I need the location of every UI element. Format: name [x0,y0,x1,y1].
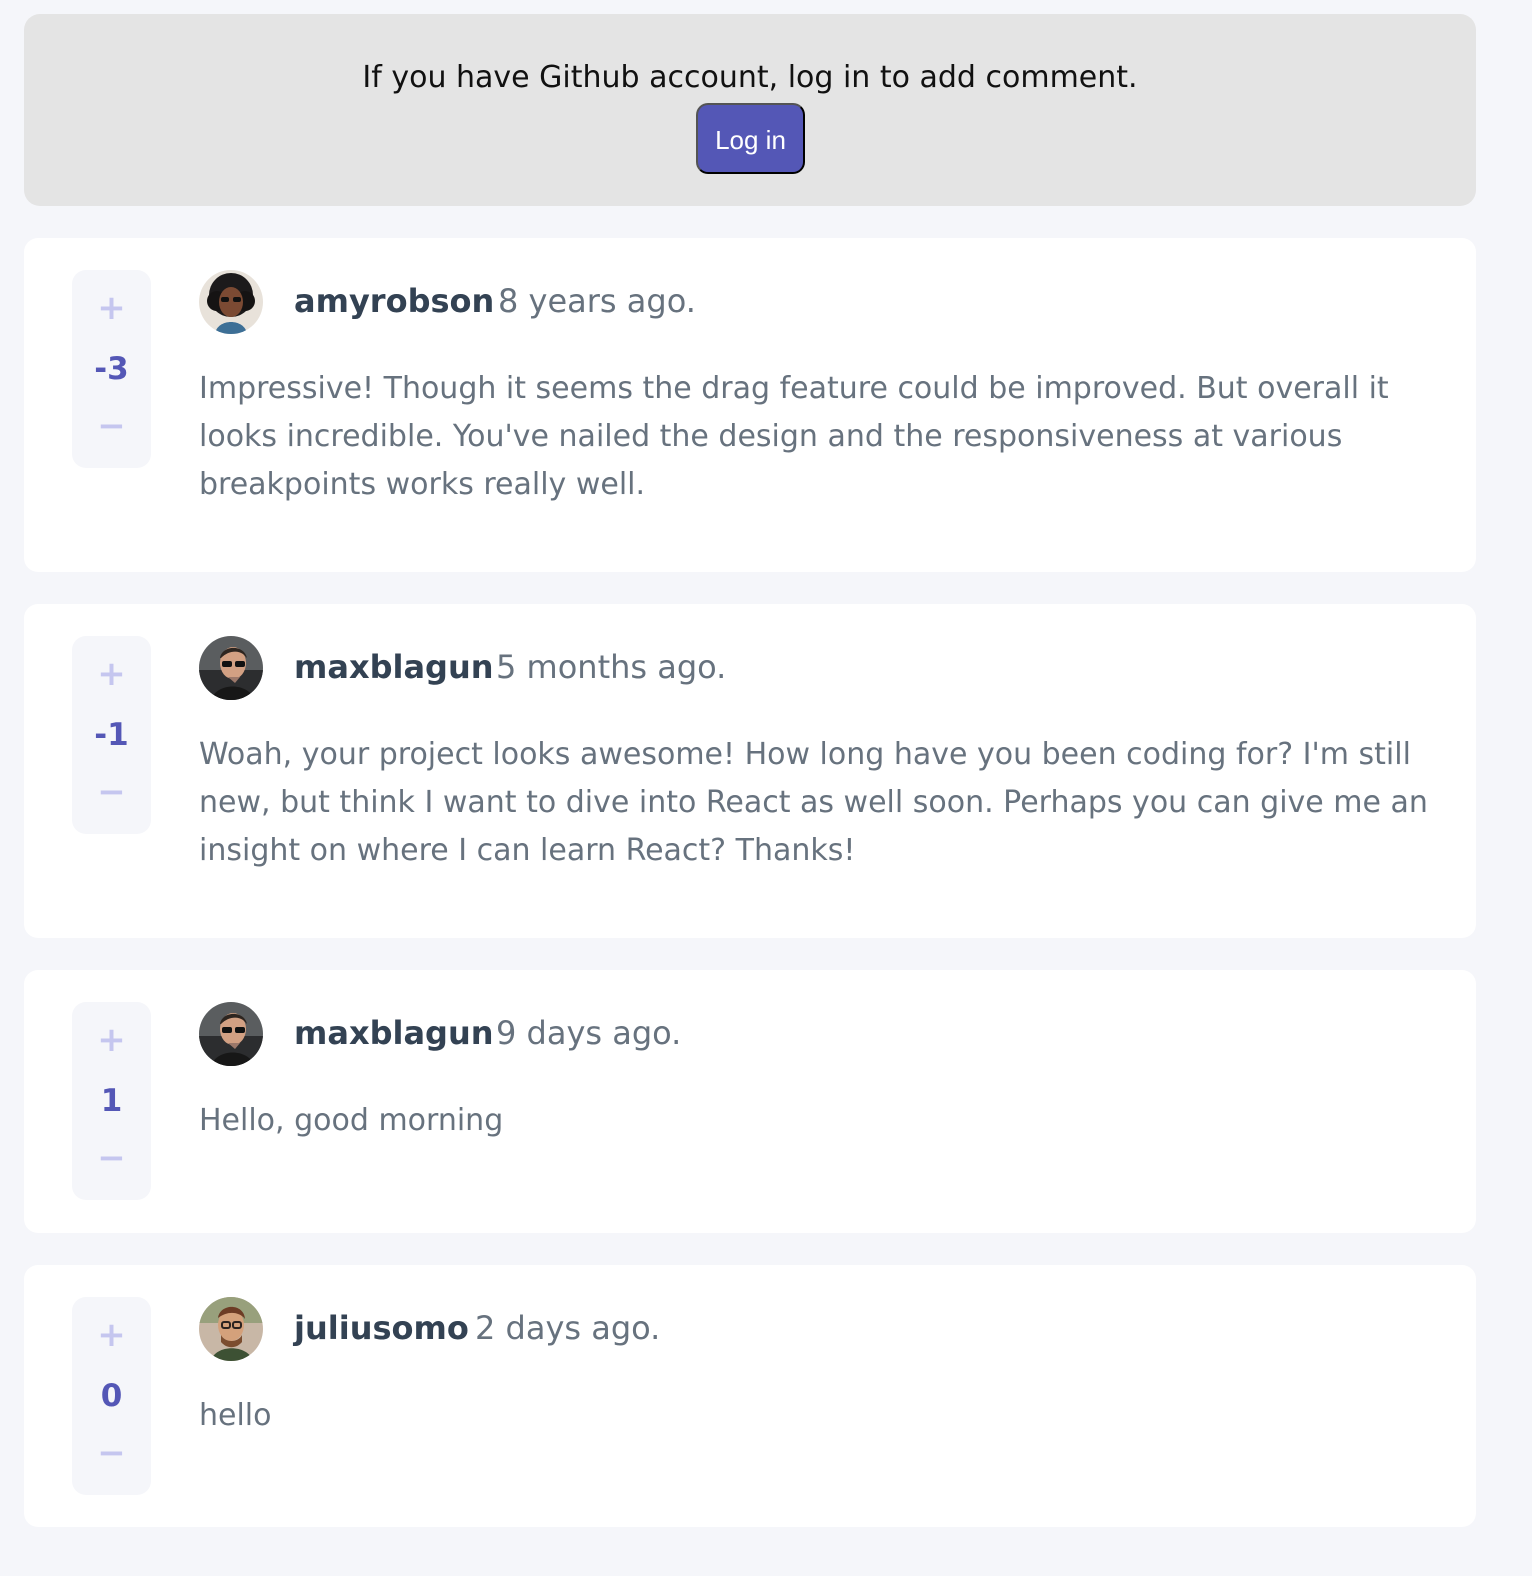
vote-score: -3 [94,351,129,387]
vote-control: + -1 − [72,636,151,834]
avatar-amyrobson-icon [199,270,263,334]
comment-text: Hello, good morning [199,1103,504,1138]
comment-username: juliusomo [294,1309,469,1347]
avatar-maxblagun-icon [199,636,263,700]
comment-card: + -3 − amyrobson 8 years ago. Impressive… [24,238,1476,572]
comment-text: hello [199,1398,272,1433]
avatar [199,1297,263,1361]
comment-text: Woah, your project looks awesome! How lo… [199,737,1428,868]
avatar-maxblagun-icon [199,1002,263,1066]
vote-control: + -3 − [72,270,151,468]
comment-card: + 0 − juliusomo 2 days ago. hello [24,1265,1476,1527]
comment-username: amyrobson [294,282,495,320]
comment-time: 8 years ago. [498,282,696,320]
downvote-button[interactable]: − [72,1436,151,1470]
log-in-button[interactable]: Log in [696,103,805,174]
avatar [199,636,263,700]
downvote-button[interactable]: − [72,775,151,809]
comment-time: 5 months ago. [496,648,727,686]
comment-card: + 1 − maxblagun 9 days ago. Hello, good … [24,970,1476,1233]
comment-time: 9 days ago. [496,1014,682,1052]
vote-score: 0 [100,1378,123,1414]
upvote-button[interactable]: + [72,1318,151,1352]
vote-score: -1 [94,717,129,753]
comment-text: Impressive! Though it seems the drag fea… [199,371,1389,502]
avatar [199,1002,263,1066]
vote-score: 1 [100,1083,123,1119]
login-prompt-banner: If you have Github account, log in to ad… [24,14,1476,206]
comment-username: maxblagun [294,648,494,686]
vote-control: + 0 − [72,1297,151,1495]
comments-page: If you have Github account, log in to ad… [0,0,1532,1576]
comment-card: + -1 − maxblagun 5 months ago. Woah, you… [24,604,1476,938]
downvote-button[interactable]: − [72,409,151,443]
upvote-button[interactable]: + [72,657,151,691]
vote-control: + 1 − [72,1002,151,1200]
login-prompt-text: If you have Github account, log in to ad… [362,60,1138,95]
comment-time: 2 days ago. [475,1309,661,1347]
avatar-juliusomo-icon [199,1297,263,1361]
comment-username: maxblagun [294,1014,494,1052]
upvote-button[interactable]: + [72,1023,151,1057]
avatar [199,270,263,334]
upvote-button[interactable]: + [72,291,151,325]
downvote-button[interactable]: − [72,1141,151,1175]
